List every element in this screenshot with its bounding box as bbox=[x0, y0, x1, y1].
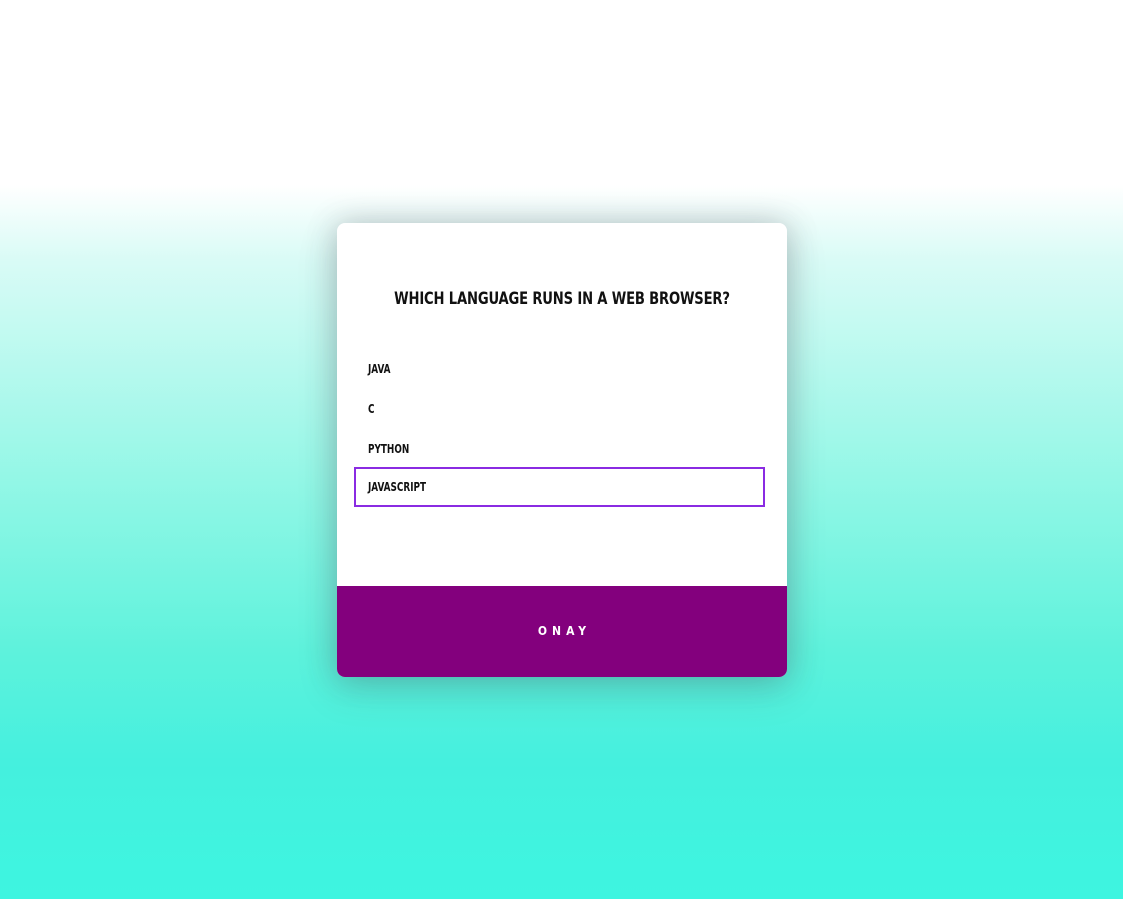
quiz-card: WHICH LANGUAGE RUNS IN A WEB BROWSER? JA… bbox=[337, 223, 787, 677]
answer-option-javascript[interactable]: JAVASCRIPT bbox=[354, 467, 765, 507]
answer-option-label: JAVASCRIPT bbox=[368, 480, 427, 494]
submit-button[interactable]: ONAY bbox=[337, 586, 787, 677]
answer-option-label: PYTHON bbox=[368, 442, 410, 456]
answer-option-java[interactable]: JAVA bbox=[354, 349, 765, 389]
answer-option-c[interactable]: C bbox=[354, 389, 765, 429]
answer-option-label: C bbox=[368, 402, 375, 416]
answer-option-python[interactable]: PYTHON bbox=[354, 429, 765, 469]
answer-option-label: JAVA bbox=[368, 362, 391, 376]
answer-options-list: JAVA C PYTHON JAVASCRIPT bbox=[354, 349, 765, 507]
question-title: WHICH LANGUAGE RUNS IN A WEB BROWSER? bbox=[394, 289, 730, 309]
